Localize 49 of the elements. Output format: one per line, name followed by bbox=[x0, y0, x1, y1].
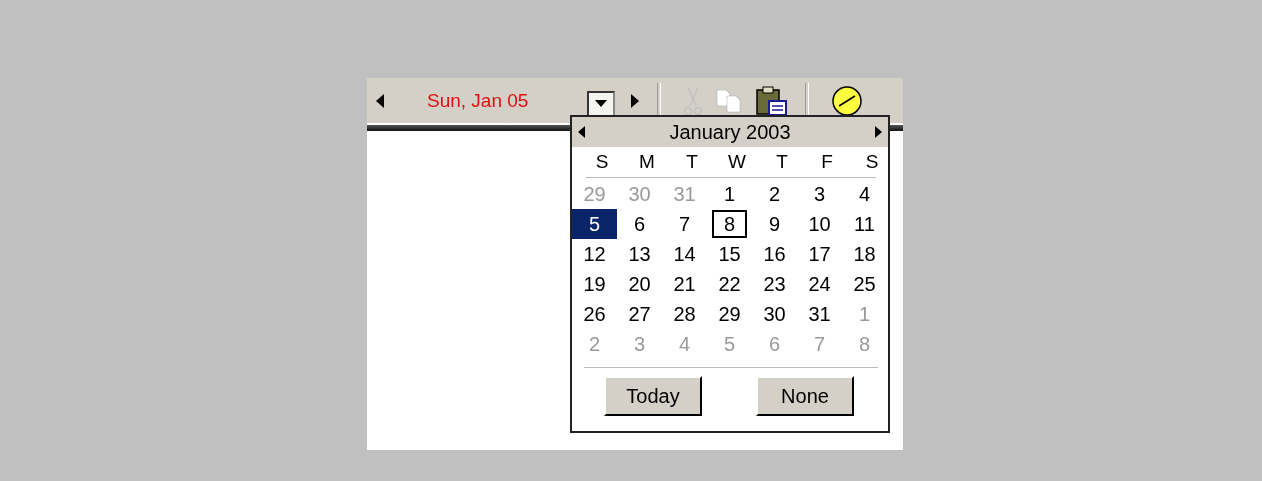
month-title: January 2003 bbox=[669, 120, 791, 144]
calendar-button[interactable]: Today bbox=[604, 376, 702, 416]
day-cell[interactable]: 29 bbox=[707, 299, 752, 329]
day-cell[interactable]: 17 bbox=[797, 239, 842, 269]
weekday-label: S bbox=[864, 151, 880, 173]
day-cell[interactable]: 21 bbox=[662, 269, 707, 299]
day-cell[interactable]: 4 bbox=[842, 179, 887, 209]
previous-day-icon[interactable] bbox=[376, 93, 384, 108]
clock-icon[interactable] bbox=[831, 84, 863, 117]
weekday-label: F bbox=[820, 151, 834, 173]
day-cell[interactable]: 3 bbox=[797, 179, 842, 209]
next-month-icon[interactable] bbox=[875, 126, 882, 138]
day-cell[interactable]: 28 bbox=[662, 299, 707, 329]
dropdown-button[interactable] bbox=[587, 90, 615, 117]
day-cell[interactable]: 14 bbox=[662, 239, 707, 269]
day-cell[interactable]: 24 bbox=[797, 269, 842, 299]
day-cell[interactable]: 30 bbox=[752, 299, 797, 329]
weekday-label: W bbox=[727, 151, 747, 173]
day-cell[interactable]: 7 bbox=[662, 209, 707, 239]
day-cell[interactable]: 6 bbox=[617, 209, 662, 239]
day-cell[interactable]: 9 bbox=[752, 209, 797, 239]
day-cell[interactable]: 12 bbox=[572, 239, 617, 269]
day-cell[interactable]: 31 bbox=[797, 299, 842, 329]
day-cell[interactable]: 23 bbox=[752, 269, 797, 299]
day-cell[interactable]: 19 bbox=[572, 269, 617, 299]
day-cell[interactable]: 11 bbox=[842, 209, 887, 239]
day-cell[interactable]: 18 bbox=[842, 239, 887, 269]
day-cell[interactable]: 25 bbox=[842, 269, 887, 299]
day-cell[interactable]: 15 bbox=[707, 239, 752, 269]
previous-month-icon[interactable] bbox=[578, 126, 585, 138]
day-cell[interactable]: 1 bbox=[707, 179, 752, 209]
calendar-button[interactable]: None bbox=[756, 376, 854, 416]
day-cell[interactable]: 2 bbox=[752, 179, 797, 209]
day-cell[interactable]: 22 bbox=[707, 269, 752, 299]
caret-icon bbox=[595, 100, 607, 107]
day-cell[interactable]: 16 bbox=[752, 239, 797, 269]
clipboard-icon[interactable] bbox=[755, 84, 787, 117]
date-text: Sun, Jan 05 bbox=[427, 89, 530, 112]
day-cell[interactable]: 26 bbox=[572, 299, 617, 329]
day-cell[interactable]: 27 bbox=[617, 299, 662, 329]
day-cell[interactable]: 10 bbox=[797, 209, 842, 239]
weekday-label: T bbox=[685, 151, 699, 173]
next-day-icon[interactable] bbox=[631, 93, 639, 108]
day-cell[interactable]: 20 bbox=[617, 269, 662, 299]
weekday-label: T bbox=[775, 151, 789, 173]
day-cell[interactable]: 5 bbox=[572, 209, 617, 239]
day-cell[interactable]: 13 bbox=[617, 239, 662, 269]
weekday-label: S bbox=[594, 151, 610, 173]
weekday-label: M bbox=[638, 151, 656, 173]
